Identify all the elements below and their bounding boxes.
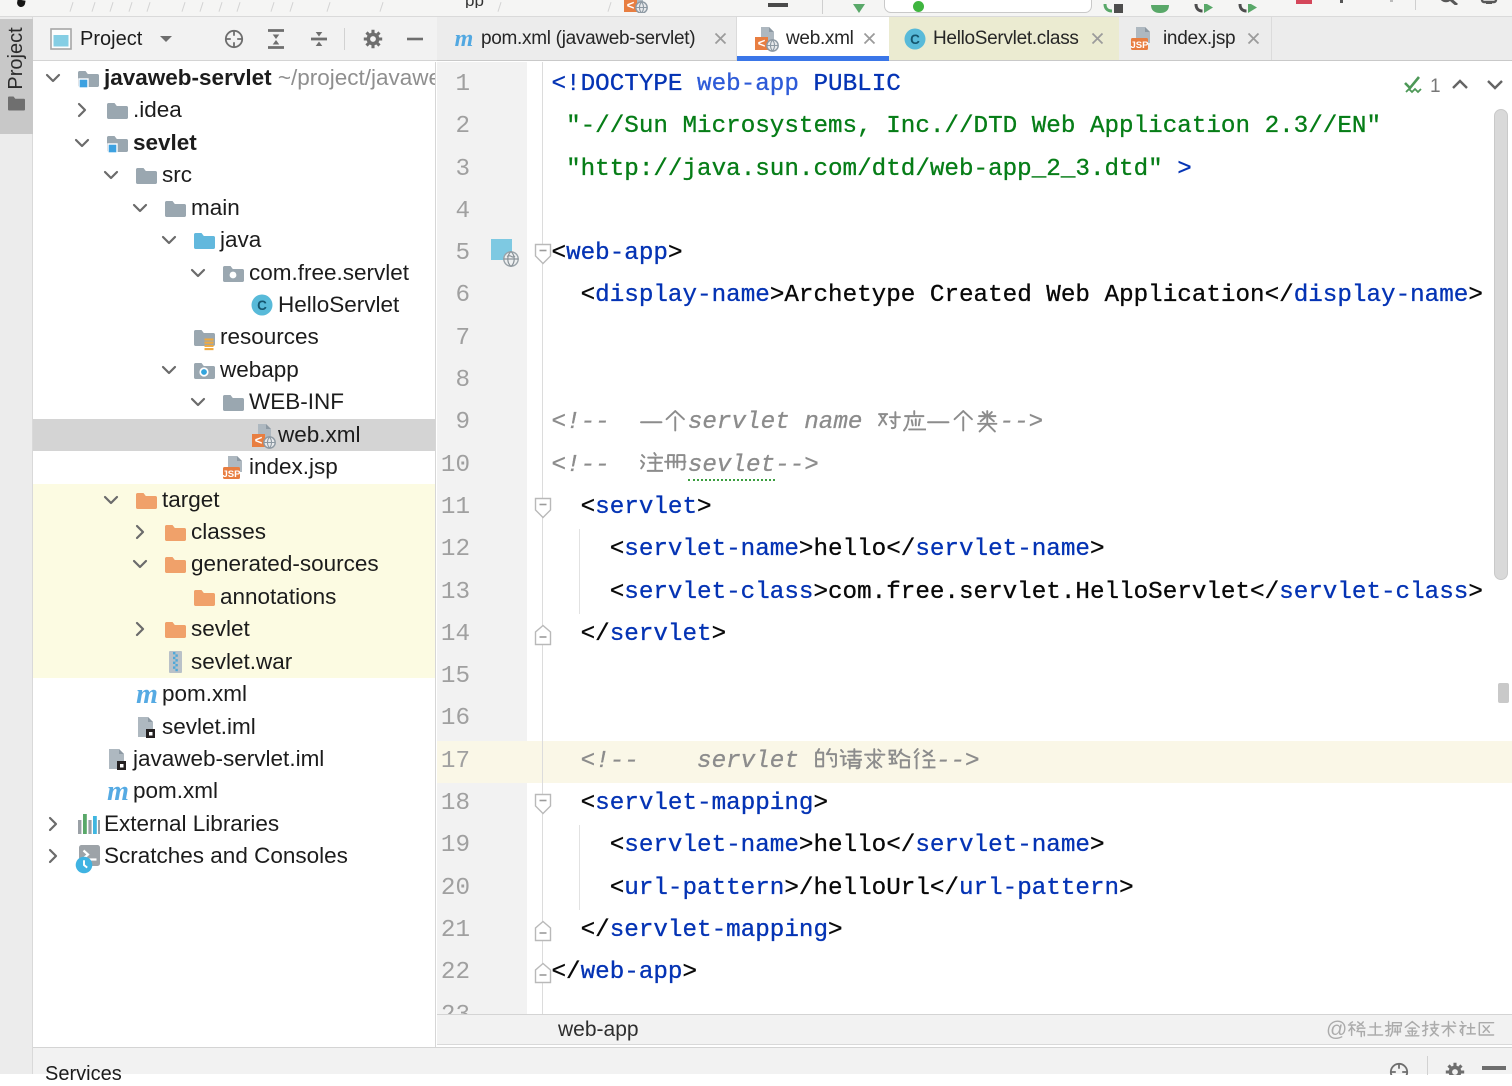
svg-text:JSP: JSP (1131, 40, 1150, 51)
svg-text:1: 1 (1430, 76, 1441, 97)
svg-text:m: m (136, 679, 158, 710)
svg-text:C: C (910, 32, 920, 47)
svg-text:<: < (758, 37, 766, 52)
svg-text:C: C (257, 298, 267, 313)
svg-text:m: m (455, 27, 474, 51)
svg-text:<: < (627, 0, 635, 13)
svg-text:m: m (107, 776, 129, 807)
svg-text:<: < (255, 433, 263, 448)
svg-text:JSP: JSP (223, 469, 242, 480)
